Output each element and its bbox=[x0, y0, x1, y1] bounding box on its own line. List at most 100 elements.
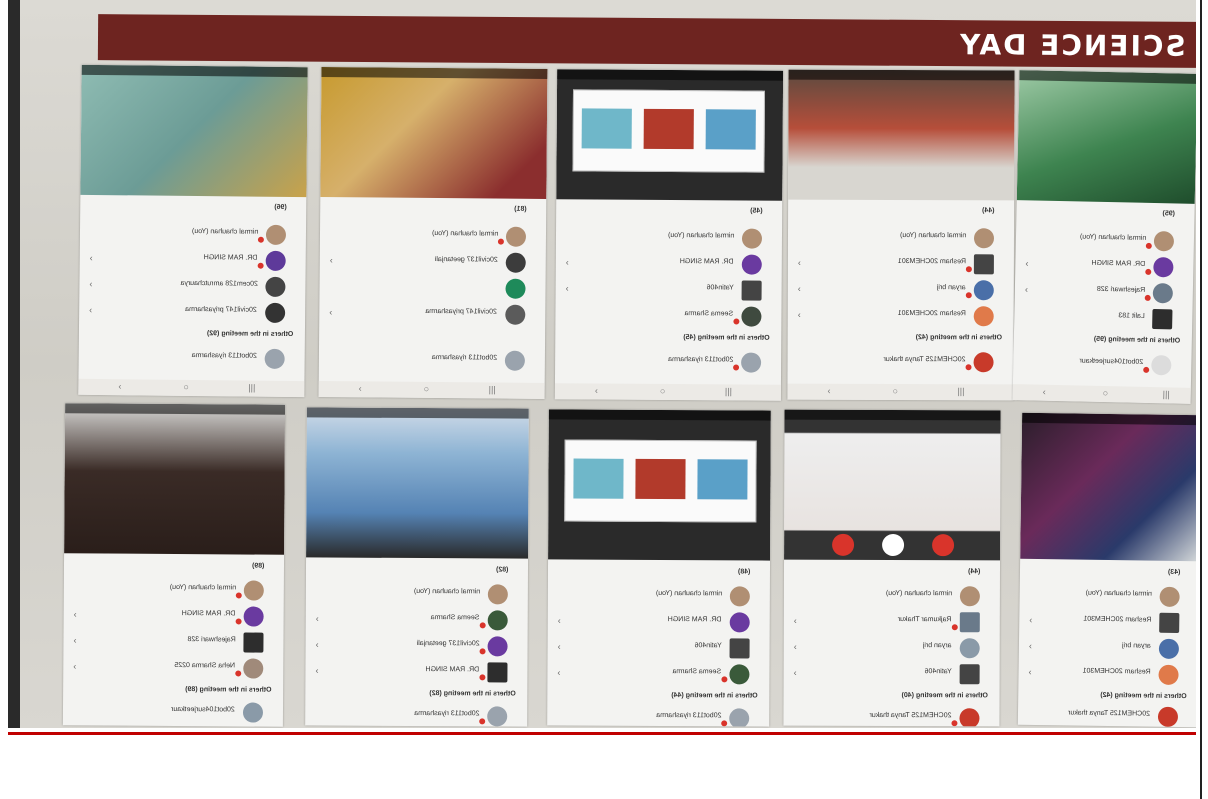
participant-row[interactable]: aryan brij ‹ bbox=[788, 278, 1014, 303]
meeting-screenshot: (81) nirmal chauhan (You) 20civil137 gee… bbox=[318, 67, 548, 399]
participant-row[interactable]: DR. RAM SINGH ‹ bbox=[556, 251, 782, 277]
participant-row[interactable]: nirmal chauhan (You) bbox=[548, 583, 770, 608]
avatar bbox=[265, 276, 286, 297]
participant-row[interactable]: Lalit 183 bbox=[1014, 304, 1192, 332]
participant-row[interactable]: 20civil147 priyasharma ‹ bbox=[79, 299, 305, 325]
participant-row[interactable]: Seema Sharma bbox=[555, 303, 781, 329]
participant-count: (81) bbox=[513, 205, 527, 213]
participant-tabs: (48) bbox=[548, 565, 770, 580]
participant-video bbox=[788, 69, 1015, 201]
video-off-button[interactable] bbox=[832, 533, 855, 556]
mic-muted-icon bbox=[235, 592, 242, 599]
avatar bbox=[741, 306, 762, 327]
participant-name: DR. RAM SINGH bbox=[1091, 259, 1146, 268]
participant-row[interactable]: DR. RAM SINGH ‹ bbox=[80, 247, 306, 273]
participant-row[interactable]: 20bot113 riyasharma bbox=[305, 703, 527, 727]
participant-row[interactable]: Seema Sharma ‹ bbox=[306, 607, 528, 632]
participant-row[interactable]: nirmal chauhan (You) bbox=[320, 223, 546, 249]
chevron-icon: ‹ bbox=[1028, 666, 1032, 677]
participant-row[interactable]: aryan brij ‹ bbox=[1019, 635, 1196, 662]
participant-row[interactable]: Resham 20CHEM301 ‹ bbox=[788, 252, 1014, 277]
participant-row[interactable]: nirmal chauhan (You) bbox=[1019, 583, 1196, 610]
participant-row[interactable]: 20bot113 riyasharma bbox=[555, 349, 781, 375]
avatar bbox=[729, 586, 750, 607]
participant-name: Neha Sharma 0225 bbox=[174, 662, 236, 670]
participant-row[interactable]: 20civil147 priyasharma ‹ bbox=[319, 301, 545, 327]
participant-row[interactable]: 20civil137 geetanjali ‹ bbox=[320, 249, 546, 275]
participant-row[interactable]: 20bot104surjeetkaur bbox=[63, 699, 283, 725]
participant-row[interactable]: nirmal chauhan (You) bbox=[64, 577, 284, 603]
participant-row[interactable]: Yatin406 ‹ bbox=[784, 662, 1000, 687]
participant-row[interactable]: DR. RAM SINGH ‹ bbox=[64, 603, 284, 629]
participant-name: nirmal chauhan (You) bbox=[1085, 589, 1152, 598]
participant-row[interactable]: 20CHEM125 Tanya thakur bbox=[1018, 703, 1196, 728]
participant-count: (82) bbox=[495, 566, 509, 574]
participant-name: DR. RAM SINGH bbox=[425, 666, 480, 674]
participant-row[interactable]: 20CHEM125 Tanya thakur bbox=[788, 350, 1014, 375]
participant-row[interactable]: Rajeshwari 328 ‹ bbox=[1015, 278, 1193, 306]
participant-row[interactable]: Resham 20CHEM301 ‹ bbox=[788, 304, 1014, 329]
avatar bbox=[973, 280, 994, 301]
avatar bbox=[729, 638, 750, 659]
participant-row[interactable]: DR. RAM SINGH ‹ bbox=[305, 659, 527, 684]
slide-image bbox=[635, 458, 686, 500]
participant-row[interactable]: nirmal chauhan (You) bbox=[788, 226, 1014, 251]
avatar bbox=[959, 664, 980, 685]
chevron-icon: ‹ bbox=[73, 609, 77, 620]
avatar bbox=[741, 254, 762, 275]
recent-icon: ||| bbox=[957, 386, 965, 397]
back-icon: ‹ bbox=[118, 381, 122, 392]
participant-tabs: (44) bbox=[788, 205, 1014, 220]
participant-row[interactable]: nirmal chauhan (You) bbox=[80, 221, 306, 247]
participant-row[interactable]: aryan brij ‹ bbox=[784, 636, 1000, 661]
chevron-icon: ‹ bbox=[793, 615, 797, 626]
participant-name: DR. RAM SINGH bbox=[680, 258, 734, 266]
mic-muted-icon bbox=[733, 364, 740, 371]
participant-count: (43) bbox=[1167, 568, 1181, 576]
participant-row[interactable]: 20CHEM125 Tanya thakur bbox=[783, 706, 999, 727]
participant-row[interactable]: 20cem128 amrutchaurya ‹ bbox=[79, 273, 305, 299]
participant-row[interactable] bbox=[319, 275, 545, 301]
participant-row[interactable]: Resham 20CHEM301 ‹ bbox=[1018, 661, 1196, 688]
participant-name: 20bot104surjeetkaur bbox=[171, 705, 236, 714]
avatar bbox=[487, 610, 508, 631]
participant-row[interactable]: 20bot113 riyasharma bbox=[319, 347, 545, 373]
participant-name: Yatin406 bbox=[706, 284, 734, 292]
recent-icon: ||| bbox=[248, 382, 256, 393]
avatar bbox=[741, 352, 762, 373]
participant-name: aryan brij bbox=[1122, 642, 1151, 650]
participant-row[interactable]: Neha Sharma 0225 ‹ bbox=[63, 655, 283, 681]
participant-row[interactable]: Rajkumar Thakur ‹ bbox=[784, 610, 1000, 635]
participant-row[interactable]: DR. RAM SINGH ‹ bbox=[1015, 252, 1193, 280]
nav-bar: ‹ ○ ||| bbox=[78, 378, 305, 398]
photo: SCIENCE DAY (96) nirmal chauhan (You) DR… bbox=[8, 0, 1196, 728]
participant-video bbox=[320, 67, 548, 199]
participant-row[interactable]: nirmal chauhan (You) bbox=[1016, 226, 1194, 254]
participant-row[interactable]: nirmal chauhan (You) bbox=[784, 584, 1000, 609]
mic-muted-icon bbox=[479, 648, 486, 655]
participant-row[interactable]: 20bot104surjeetkaur bbox=[1013, 350, 1191, 378]
home-icon: ○ bbox=[183, 381, 189, 392]
end-call-button[interactable] bbox=[882, 533, 905, 557]
participant-row[interactable]: Yatin406 ‹ bbox=[548, 635, 770, 660]
participant-count: (44) bbox=[967, 568, 980, 576]
participant-row[interactable]: Resham 20CHEM301 ‹ bbox=[1019, 609, 1196, 636]
chevron-icon: ‹ bbox=[73, 661, 77, 672]
avatar bbox=[265, 250, 286, 271]
participant-name: 20CHEM125 Tanya thakur bbox=[883, 355, 966, 364]
participant-row[interactable]: nirmal chauhan (You) bbox=[556, 225, 782, 251]
participant-row[interactable]: nirmal chauhan (You) bbox=[306, 581, 528, 606]
status-bar bbox=[557, 69, 784, 81]
participant-row[interactable]: 20bot113 riyasharma bbox=[79, 345, 305, 371]
mic-muted-icon bbox=[235, 618, 242, 625]
participant-row[interactable]: Rajeshwari 328 ‹ bbox=[63, 629, 283, 655]
chevron-icon: ‹ bbox=[557, 615, 561, 626]
participant-row[interactable]: Yatin406 ‹ bbox=[556, 277, 782, 303]
mic-off-button[interactable] bbox=[932, 534, 955, 557]
participant-row[interactable]: DR. RAM SINGH ‹ bbox=[548, 609, 770, 634]
participant-row[interactable]: 20civil137 geetanjali ‹ bbox=[306, 633, 528, 658]
participant-name: 20bot104surjeetkaur bbox=[1079, 357, 1144, 366]
shared-screen-video bbox=[306, 407, 529, 559]
participant-row[interactable]: 20bot113 riyasharma bbox=[547, 705, 769, 727]
participant-row[interactable]: Seema Sharma ‹ bbox=[547, 661, 769, 686]
